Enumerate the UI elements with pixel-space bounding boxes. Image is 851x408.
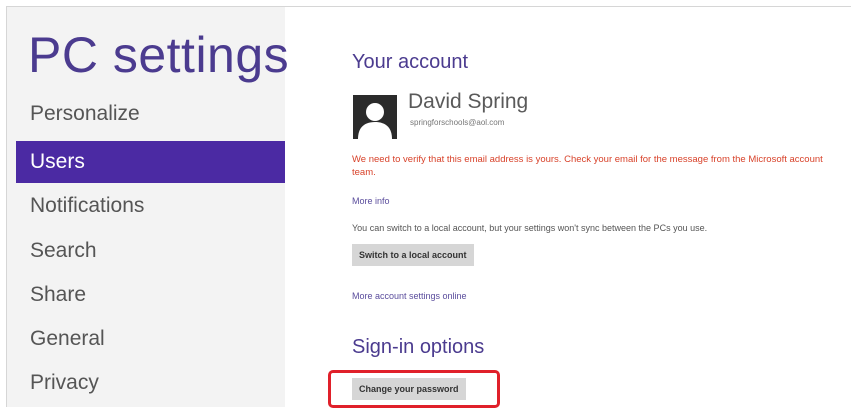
local-account-info: You can switch to a local account, but y…: [352, 223, 708, 233]
more-account-settings-link[interactable]: More account settings online: [352, 291, 467, 301]
sign-in-options-heading: Sign-in options: [352, 336, 485, 358]
user-silhouette-icon: [353, 95, 397, 139]
more-info-link[interactable]: More info: [352, 196, 390, 206]
change-password-button[interactable]: Change your password: [352, 378, 466, 400]
nav-item-general[interactable]: General: [16, 318, 285, 360]
nav-item-privacy[interactable]: Privacy: [16, 362, 285, 404]
app-title: PC settings: [28, 27, 290, 83]
switch-to-local-account-button[interactable]: Switch to a local account: [352, 244, 474, 266]
nav-item-notifications[interactable]: Notifications: [16, 185, 285, 227]
nav-item-search[interactable]: Search: [16, 230, 285, 272]
nav-item-users[interactable]: Users: [16, 141, 285, 183]
nav-item-share[interactable]: Share: [16, 274, 285, 316]
main-content: Your account David Spring springforschoo…: [285, 7, 851, 408]
nav-item-personalize[interactable]: Personalize: [16, 93, 285, 135]
user-name: David Spring: [408, 90, 529, 113]
your-account-heading: Your account: [352, 51, 469, 73]
verify-email-warning: We need to verify that this email addres…: [352, 154, 823, 178]
user-email: springforschools@aol.com: [410, 118, 505, 127]
